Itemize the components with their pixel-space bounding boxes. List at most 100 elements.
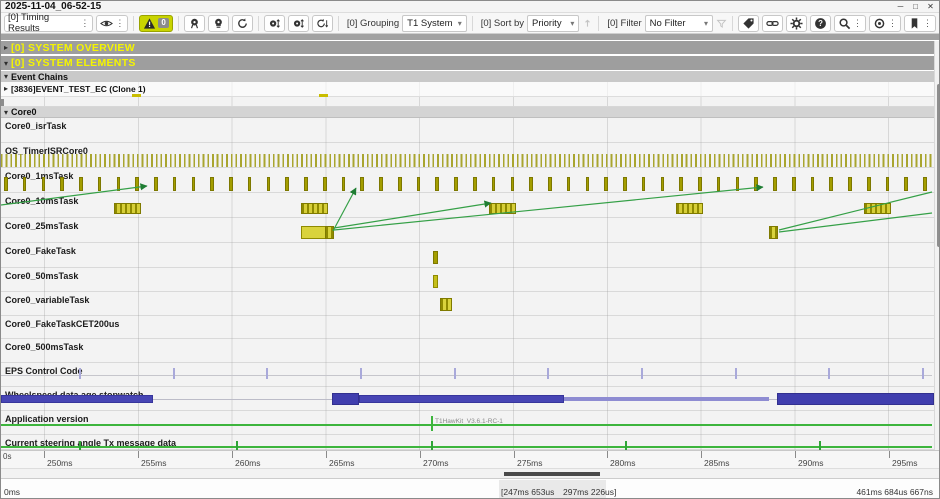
timeline-row-core0-faketask[interactable]: Core0_FakeTask <box>1 243 934 268</box>
timeline-row-application-version[interactable]: Application versionT1HawKit_V3.6.1-RC-1 <box>1 411 934 435</box>
event-tick <box>922 368 924 379</box>
task-instance <box>661 177 665 191</box>
timeline-row-core0-500mstask[interactable]: Core0_500msTask <box>1 339 934 363</box>
task-instance <box>433 251 438 264</box>
timeline-row-wheelspeed-data-age-stopwatch[interactable]: Wheelspeed data age stopwatch <box>1 387 934 411</box>
timeline-row-label: Core0_50msTask <box>5 271 78 281</box>
timeline-row-label: Core0_500msTask <box>5 342 83 352</box>
horizontal-scrollbar-handle[interactable] <box>504 472 600 476</box>
task-instance <box>792 177 796 191</box>
section-core0[interactable]: ▾ Core0 <box>1 107 934 118</box>
axis-tick-label: 250ms <box>47 458 73 468</box>
event-tick <box>547 368 549 379</box>
axis-tick <box>889 451 890 458</box>
section-title: Core0 <box>11 107 37 117</box>
axis-tick <box>326 451 327 458</box>
trace-total-label: 461ms 684us 667ns <box>856 487 933 497</box>
task-instance <box>440 298 452 311</box>
task-instance <box>511 177 515 191</box>
section-title: [0] SYSTEM OVERVIEW <box>11 42 135 54</box>
baseline <box>1 446 932 448</box>
timeline-content: ▸ [0] SYSTEM OVERVIEW ▾ [0] SYSTEM ELEME… <box>1 1 939 499</box>
task-instance <box>736 177 740 191</box>
axis-tick-label: 275ms <box>517 458 543 468</box>
event-tick <box>266 368 268 379</box>
task-instance <box>417 177 421 191</box>
task-instance <box>886 177 890 191</box>
axis-tick <box>607 451 608 458</box>
task-instance <box>923 177 927 191</box>
event-tick <box>625 441 627 450</box>
range-end-label: 297ms 226us] <box>563 487 616 497</box>
axis-tick-label: 270ms <box>423 458 449 468</box>
timeline-row-current-steering-angle-tx-message-data[interactable]: Current steering angle Tx message data <box>1 435 934 450</box>
axis-tick-label: 255ms <box>141 458 167 468</box>
task-instance <box>192 177 196 191</box>
timeline-row-core0-variabletask[interactable]: Core0_variableTask <box>1 292 934 316</box>
task-instance <box>323 177 327 191</box>
baseline <box>1 375 932 376</box>
event-chain-label: [3836]EVENT_TEST_EC (Clone 1) <box>11 82 146 94</box>
task-instance-group <box>114 203 141 214</box>
timeline-row-core0-faketaskcet200us[interactable]: Core0_FakeTaskCET200us <box>1 316 934 339</box>
task-instance <box>492 177 496 191</box>
expanded-arrow-icon: ▾ <box>1 108 11 117</box>
vertical-scrollbar-handle[interactable] <box>937 84 940 247</box>
timeline-row-eps-control-code[interactable]: EPS Control Code <box>1 363 934 387</box>
axis-tick-label: 260ms <box>235 458 261 468</box>
section-title: Event Chains <box>11 72 68 82</box>
event-tick <box>641 368 643 379</box>
task-instance-group <box>864 203 891 214</box>
horizontal-scrollbar[interactable] <box>1 468 939 478</box>
timeline-row-core0-25mstask[interactable]: Core0_25msTask <box>1 218 934 243</box>
task-instance <box>433 275 438 288</box>
timeline-row-label: Core0_FakeTask <box>5 246 76 256</box>
version-label: T1HawKit_V3.6.1-RC-1 <box>435 418 503 425</box>
task-instance <box>586 177 590 191</box>
collapsed-arrow-icon: ▸ <box>1 43 11 52</box>
event-tick <box>828 368 830 379</box>
task-instance <box>773 177 777 191</box>
task-instance <box>564 397 769 401</box>
task-instance <box>267 177 271 191</box>
section-system-overview[interactable]: ▸ [0] SYSTEM OVERVIEW <box>1 41 934 54</box>
task-instance <box>698 177 702 191</box>
timeline-row-core0-50mstask[interactable]: Core0_50msTask <box>1 268 934 292</box>
mini-scrollbar[interactable] <box>1 99 4 106</box>
event-tick <box>454 368 456 379</box>
axis-tick <box>514 451 515 458</box>
section-event-chains[interactable]: ▾ Event Chains <box>1 71 934 82</box>
app-window: 2025-11-04_06-52-15 ─ □ ✕ [0] Timing Res… <box>0 0 940 499</box>
timeline-row-label: Core0_variableTask <box>5 295 89 305</box>
task-instance <box>398 177 402 191</box>
version-marker <box>431 416 433 431</box>
section-system-elements[interactable]: ▾ [0] SYSTEM ELEMENTS <box>1 56 934 70</box>
task-instance <box>829 177 833 191</box>
timeline-row-label: Core0_FakeTaskCET200us <box>5 319 119 329</box>
task-instance <box>23 177 27 191</box>
axis-tick <box>138 451 139 458</box>
task-instance <box>360 177 364 191</box>
task-instance <box>529 177 533 191</box>
task-instance <box>1 395 153 403</box>
task-instance <box>867 177 871 191</box>
timeline-row-core0-1mstask[interactable]: Core0_1msTask <box>1 168 934 193</box>
isr-tick-train <box>1 154 932 167</box>
event-tick <box>173 368 175 379</box>
axis-tick <box>44 451 45 458</box>
timeline-row-os-timerisrcore0[interactable]: OS_TimerISRCore0 <box>1 143 934 168</box>
vertical-scrollbar[interactable] <box>934 41 940 450</box>
timeline-row-core0-isrtask[interactable]: Core0_isrTask <box>1 118 934 143</box>
timeline-row-core0-10mstask[interactable]: Core0_10msTask <box>1 193 934 218</box>
timeline-row-label: Core0_25msTask <box>5 221 78 231</box>
range-start-label: [247ms 653us <box>501 487 554 497</box>
axis-origin-label: 0s <box>3 452 11 461</box>
expanded-arrow-icon: ▾ <box>1 59 11 68</box>
time-axis: 0s 250ms255ms260ms265ms270ms275ms280ms28… <box>1 450 939 468</box>
task-instance <box>359 395 564 403</box>
task-instance <box>642 177 646 191</box>
event-tick <box>735 368 737 379</box>
event-tick <box>236 441 238 450</box>
task-instance-group <box>676 203 703 214</box>
trace-start-label: 0ms <box>4 487 20 497</box>
